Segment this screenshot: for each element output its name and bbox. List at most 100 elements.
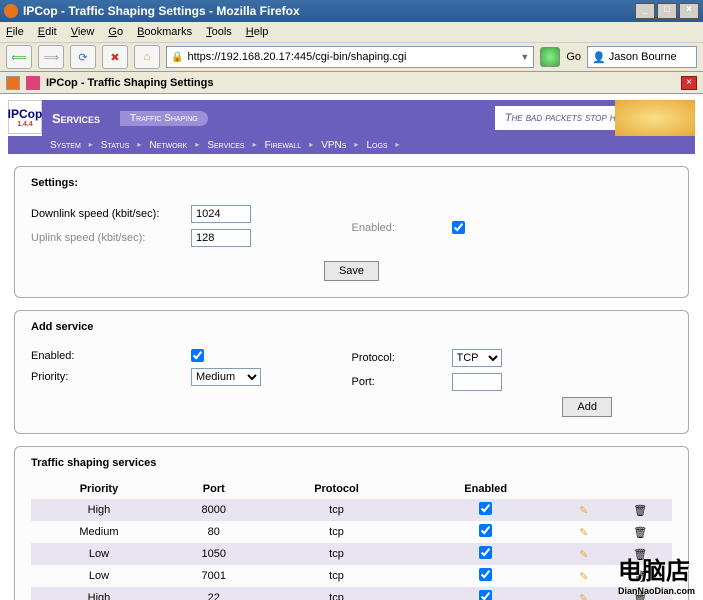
home-button[interactable]: ⌂ xyxy=(134,45,160,69)
minimize-button[interactable]: _ xyxy=(635,3,655,19)
close-button[interactable]: × xyxy=(679,3,699,19)
menu-go[interactable]: Go xyxy=(108,26,123,38)
edit-icon[interactable]: ✎ xyxy=(579,549,588,561)
window-titlebar: IPCop - Traffic Shaping Settings - Mozil… xyxy=(0,0,703,22)
home-icon: ⌂ xyxy=(144,51,151,63)
cell-protocol: tcp xyxy=(261,499,413,521)
menu-view[interactable]: View xyxy=(71,26,95,38)
go-button[interactable] xyxy=(540,47,560,67)
edit-icon[interactable]: ✎ xyxy=(579,571,588,583)
menu-tools[interactable]: Tools xyxy=(206,26,232,38)
go-label: Go xyxy=(566,51,581,63)
cell-priority: Low xyxy=(31,565,167,587)
nav-system[interactable]: System xyxy=(42,140,93,151)
cell-port: 80 xyxy=(167,521,261,543)
protocol-label: Protocol: xyxy=(352,352,452,364)
delete-icon[interactable]: 🗑 xyxy=(633,527,647,539)
maximize-button[interactable]: □ xyxy=(657,3,677,19)
new-tab-icon[interactable] xyxy=(6,76,20,90)
dropdown-icon[interactable]: ▼ xyxy=(520,52,529,62)
lock-icon: 🔒 xyxy=(171,52,183,63)
tab-label[interactable]: IPCop - Traffic Shaping Settings xyxy=(46,77,213,89)
cell-priority: Medium xyxy=(31,521,167,543)
priority-select[interactable]: Medium xyxy=(191,368,261,386)
nav-vpns[interactable]: VPNs xyxy=(313,140,358,151)
edit-icon[interactable]: ✎ xyxy=(579,527,588,539)
table-row: Medium80tcp ✎ 🗑 xyxy=(31,521,672,543)
search-text: Jason Bourne xyxy=(609,51,677,63)
search-box[interactable]: 👤 Jason Bourne xyxy=(587,46,697,68)
uplink-input[interactable] xyxy=(191,229,251,247)
nav-firewall[interactable]: Firewall xyxy=(257,140,314,151)
menu-file[interactable]: File xyxy=(6,26,24,38)
window-title: IPCop - Traffic Shaping Settings - Mozil… xyxy=(23,4,300,18)
menu-edit[interactable]: Edit xyxy=(38,26,57,38)
protocol-select[interactable]: TCP xyxy=(452,349,502,367)
cell-protocol: tcp xyxy=(261,587,413,600)
menu-bookmarks[interactable]: Bookmarks xyxy=(137,26,192,38)
settings-panel: Settings: Downlink speed (kbit/sec): Upl… xyxy=(14,166,689,298)
cell-protocol: tcp xyxy=(261,543,413,565)
row-enabled-checkbox[interactable] xyxy=(479,546,492,559)
row-enabled-checkbox[interactable] xyxy=(479,590,492,600)
hero-graphic xyxy=(615,100,695,136)
cell-protocol: tcp xyxy=(261,565,413,587)
delete-icon[interactable]: 🗑 xyxy=(633,549,647,561)
tab-close-button[interactable]: × xyxy=(681,76,697,90)
row-enabled-checkbox[interactable] xyxy=(479,524,492,537)
nav-services[interactable]: Services xyxy=(199,140,256,151)
priority-label: Priority: xyxy=(31,371,191,383)
downlink-input[interactable] xyxy=(191,205,251,223)
nav-network[interactable]: Network xyxy=(141,140,199,151)
stop-button[interactable]: ✖ xyxy=(102,45,128,69)
back-button[interactable]: ⟸ xyxy=(6,45,32,69)
services-table: Priority Port Protocol Enabled High8000t… xyxy=(31,479,672,600)
cell-priority: High xyxy=(31,587,167,600)
reload-icon: ⟳ xyxy=(78,51,87,64)
ipcop-favicon xyxy=(26,76,40,90)
tab-bar: IPCop - Traffic Shaping Settings × xyxy=(0,72,703,94)
section-title: Services xyxy=(52,111,100,126)
add-button[interactable]: Add xyxy=(562,397,612,417)
port-input[interactable] xyxy=(452,373,502,391)
edit-icon[interactable]: ✎ xyxy=(579,593,588,600)
cell-port: 8000 xyxy=(167,499,261,521)
logo-text: IPCop xyxy=(8,107,43,121)
row-enabled-checkbox[interactable] xyxy=(479,568,492,581)
address-bar[interactable]: 🔒 https://192.168.20.17:445/cgi-bin/shap… xyxy=(166,46,534,68)
delete-icon[interactable]: 🗑 xyxy=(633,505,647,517)
downlink-label: Downlink speed (kbit/sec): xyxy=(31,208,191,220)
col-priority: Priority xyxy=(31,479,167,499)
nav-status[interactable]: Status xyxy=(93,140,142,151)
section-bar: Services Traffic Shaping The bad packets… xyxy=(42,100,695,136)
add-enabled-checkbox[interactable] xyxy=(191,349,204,362)
delete-icon[interactable]: 🗑 xyxy=(633,571,647,583)
toolbar: ⟸ ⟹ ⟳ ✖ ⌂ 🔒 https://192.168.20.17:445/cg… xyxy=(0,42,703,72)
table-row: High8000tcp✎🗑 xyxy=(31,499,672,521)
cell-priority: Low xyxy=(31,543,167,565)
page-header: IPCop 1.4.4 Services Traffic Shaping The… xyxy=(8,100,695,136)
url-text: https://192.168.20.17:445/cgi-bin/shapin… xyxy=(187,51,406,63)
forward-button[interactable]: ⟹ xyxy=(38,45,64,69)
firefox-icon xyxy=(4,4,18,18)
forward-icon: ⟹ xyxy=(43,51,59,64)
row-enabled-checkbox[interactable] xyxy=(479,502,492,515)
menu-bar: File Edit View Go Bookmarks Tools Help xyxy=(0,22,703,42)
reload-button[interactable]: ⟳ xyxy=(70,45,96,69)
stop-icon: ✖ xyxy=(110,51,119,64)
table-row: Low7001tcp✎🗑 xyxy=(31,565,672,587)
cell-port: 1050 xyxy=(167,543,261,565)
settings-enabled-checkbox[interactable] xyxy=(452,221,465,234)
nav-logs[interactable]: Logs xyxy=(358,140,399,151)
delete-icon[interactable]: 🗑 xyxy=(633,593,647,600)
person-icon: 👤 xyxy=(592,51,606,64)
menu-help[interactable]: Help xyxy=(246,26,269,38)
settings-enabled-label: Enabled: xyxy=(352,222,452,234)
col-protocol: Protocol xyxy=(261,479,413,499)
add-service-panel: Add service Enabled: Priority: Medium Pr… xyxy=(14,310,689,434)
cell-protocol: tcp xyxy=(261,521,413,543)
page-content: IPCop 1.4.4 Services Traffic Shaping The… xyxy=(0,94,703,600)
edit-icon[interactable]: ✎ xyxy=(579,505,588,517)
save-button[interactable]: Save xyxy=(324,261,379,281)
cell-port: 22 xyxy=(167,587,261,600)
